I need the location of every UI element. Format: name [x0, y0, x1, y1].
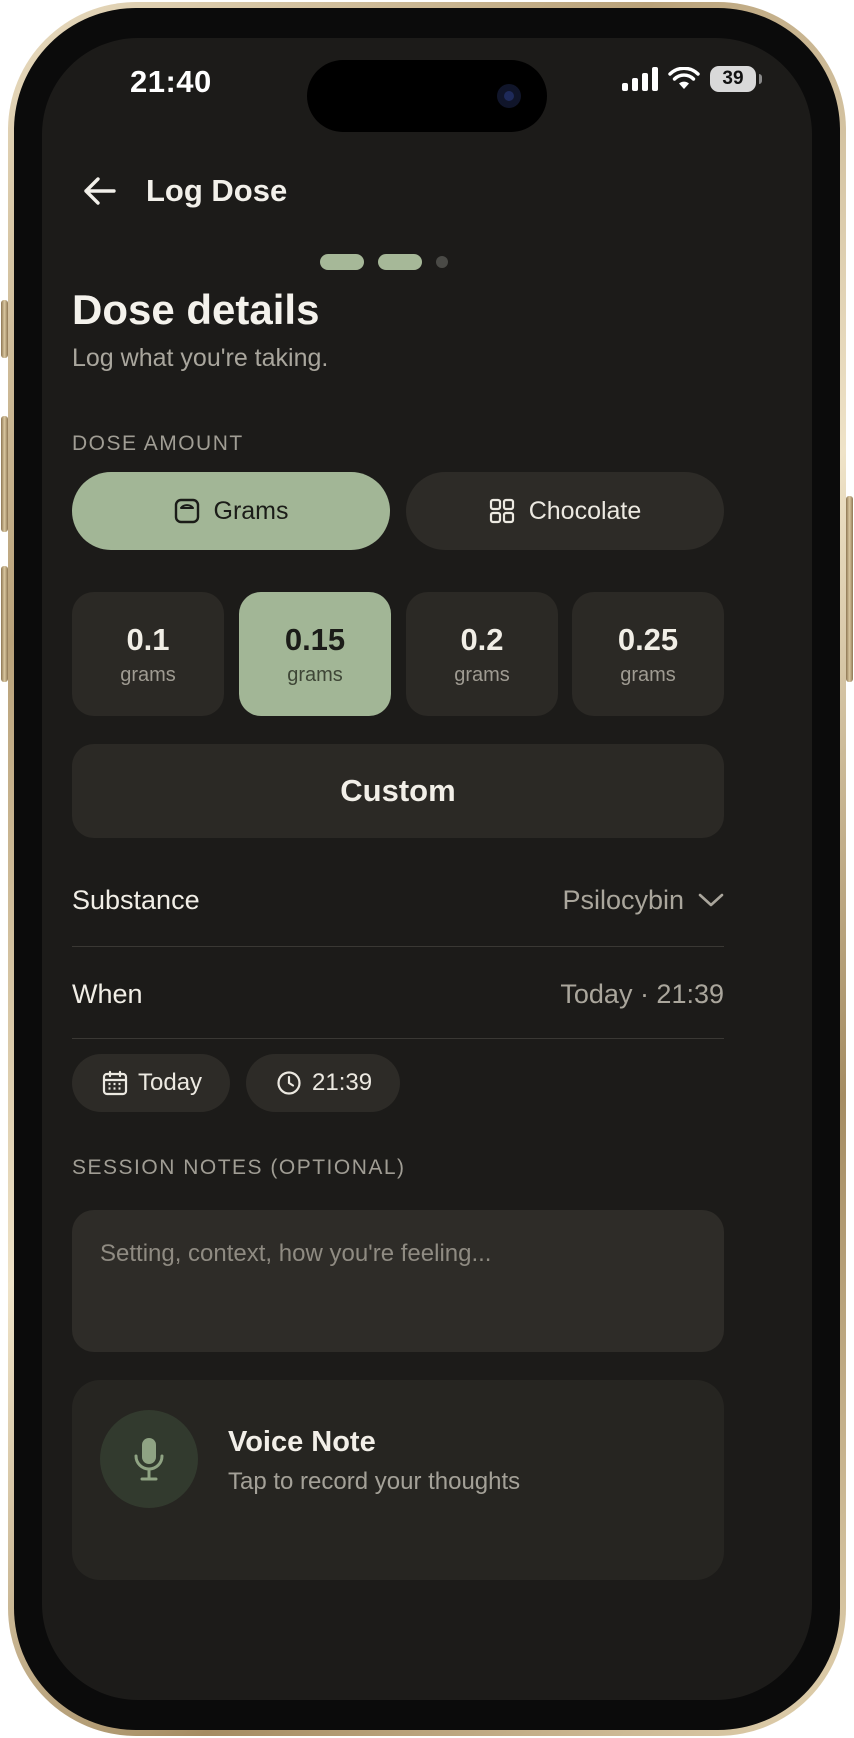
- dose-preset-unit: grams: [120, 663, 176, 686]
- dynamic-island: [307, 60, 547, 132]
- step-dot-2: [378, 254, 422, 270]
- dose-preset-value: 0.15: [284, 621, 346, 657]
- grams-mode-label: Grams: [213, 496, 289, 525]
- when-row: When Today · 21:39: [72, 972, 724, 1016]
- dose-preset-unit: grams: [287, 663, 343, 686]
- wifi-icon: [668, 67, 700, 89]
- chocolate-mode-label: Chocolate: [528, 496, 642, 525]
- voice-note-subtitle: Tap to record your thoughts: [228, 1468, 521, 1495]
- divider: [72, 1038, 724, 1039]
- time-chip[interactable]: 21:39: [246, 1054, 401, 1112]
- status-icons: 39: [622, 66, 762, 92]
- scale-icon: [174, 498, 199, 524]
- cellular-signal-icon: [622, 67, 658, 91]
- substance-label: Substance: [72, 884, 200, 915]
- record-button[interactable]: [100, 1410, 198, 1508]
- step-dot-3: [436, 256, 448, 268]
- volume-up-button: [1, 416, 8, 532]
- clock-icon: [277, 1071, 301, 1095]
- back-button[interactable]: [76, 168, 122, 214]
- notes-placeholder: Setting, context, how you're feeling...: [100, 1240, 492, 1267]
- battery-level: 39: [722, 68, 744, 89]
- dose-preset-card[interactable]: 0.1 grams: [72, 592, 224, 716]
- dose-preset-value: 0.25: [617, 621, 679, 657]
- session-notes-label: SESSION NOTES (OPTIONAL): [72, 1156, 406, 1179]
- status-time: 21:40: [130, 64, 212, 99]
- battery-icon: 39: [710, 66, 762, 92]
- when-value: Today · 21:39: [560, 978, 724, 1009]
- top-bar: Log Dose: [76, 168, 287, 214]
- when-label: When: [72, 978, 143, 1009]
- grams-mode-button[interactable]: Grams: [72, 472, 390, 550]
- dose-preset-unit: grams: [454, 663, 510, 686]
- substance-value: Psilocybin: [562, 884, 684, 915]
- action-button: [1, 300, 8, 358]
- dose-preset-card[interactable]: 0.25 grams: [572, 592, 724, 716]
- dose-preset-card[interactable]: 0.2 grams: [406, 592, 558, 716]
- substance-select[interactable]: Psilocybin: [562, 885, 724, 916]
- date-chip-label: Today: [138, 1069, 203, 1096]
- power-button: [846, 496, 853, 682]
- divider: [72, 946, 724, 947]
- page-subtitle: Log what you're taking.: [72, 344, 329, 372]
- step-indicator: [320, 254, 448, 270]
- dose-preset-value: 0.2: [460, 621, 504, 657]
- dose-preset-value: 0.1: [126, 621, 170, 657]
- phone-frame: 21:40 39 Log Dose Dose details Log what …: [8, 2, 846, 1736]
- front-camera: [497, 84, 521, 108]
- custom-dose-button[interactable]: Custom: [72, 744, 724, 838]
- grid-icon: [489, 498, 514, 524]
- chocolate-mode-button[interactable]: Chocolate: [406, 472, 724, 550]
- session-notes-input[interactable]: Setting, context, how you're feeling...: [72, 1210, 724, 1352]
- chevron-down-icon: [698, 893, 724, 907]
- app-screen: 21:40 39 Log Dose Dose details Log what …: [42, 38, 812, 1700]
- dose-preset-unit: grams: [620, 663, 676, 686]
- dose-preset-card-selected[interactable]: 0.15 grams: [239, 592, 391, 716]
- page-title: Dose details: [72, 286, 320, 333]
- header-title: Log Dose: [146, 173, 288, 208]
- voice-note-title: Voice Note: [228, 1426, 376, 1458]
- calendar-icon: [102, 1070, 128, 1096]
- arrow-left-icon: [84, 177, 116, 205]
- substance-row[interactable]: Substance Psilocybin: [72, 878, 724, 922]
- volume-down-button: [1, 566, 8, 682]
- phone-bezel: 21:40 39 Log Dose Dose details Log what …: [14, 8, 840, 1730]
- step-dot-1: [320, 254, 364, 270]
- voice-note-card[interactable]: Voice Note Tap to record your thoughts: [72, 1380, 724, 1580]
- date-chip[interactable]: Today: [72, 1054, 231, 1112]
- microphone-icon: [134, 1438, 164, 1481]
- time-chip-label: 21:39: [312, 1069, 373, 1096]
- dose-amount-label: DOSE AMOUNT: [72, 432, 244, 455]
